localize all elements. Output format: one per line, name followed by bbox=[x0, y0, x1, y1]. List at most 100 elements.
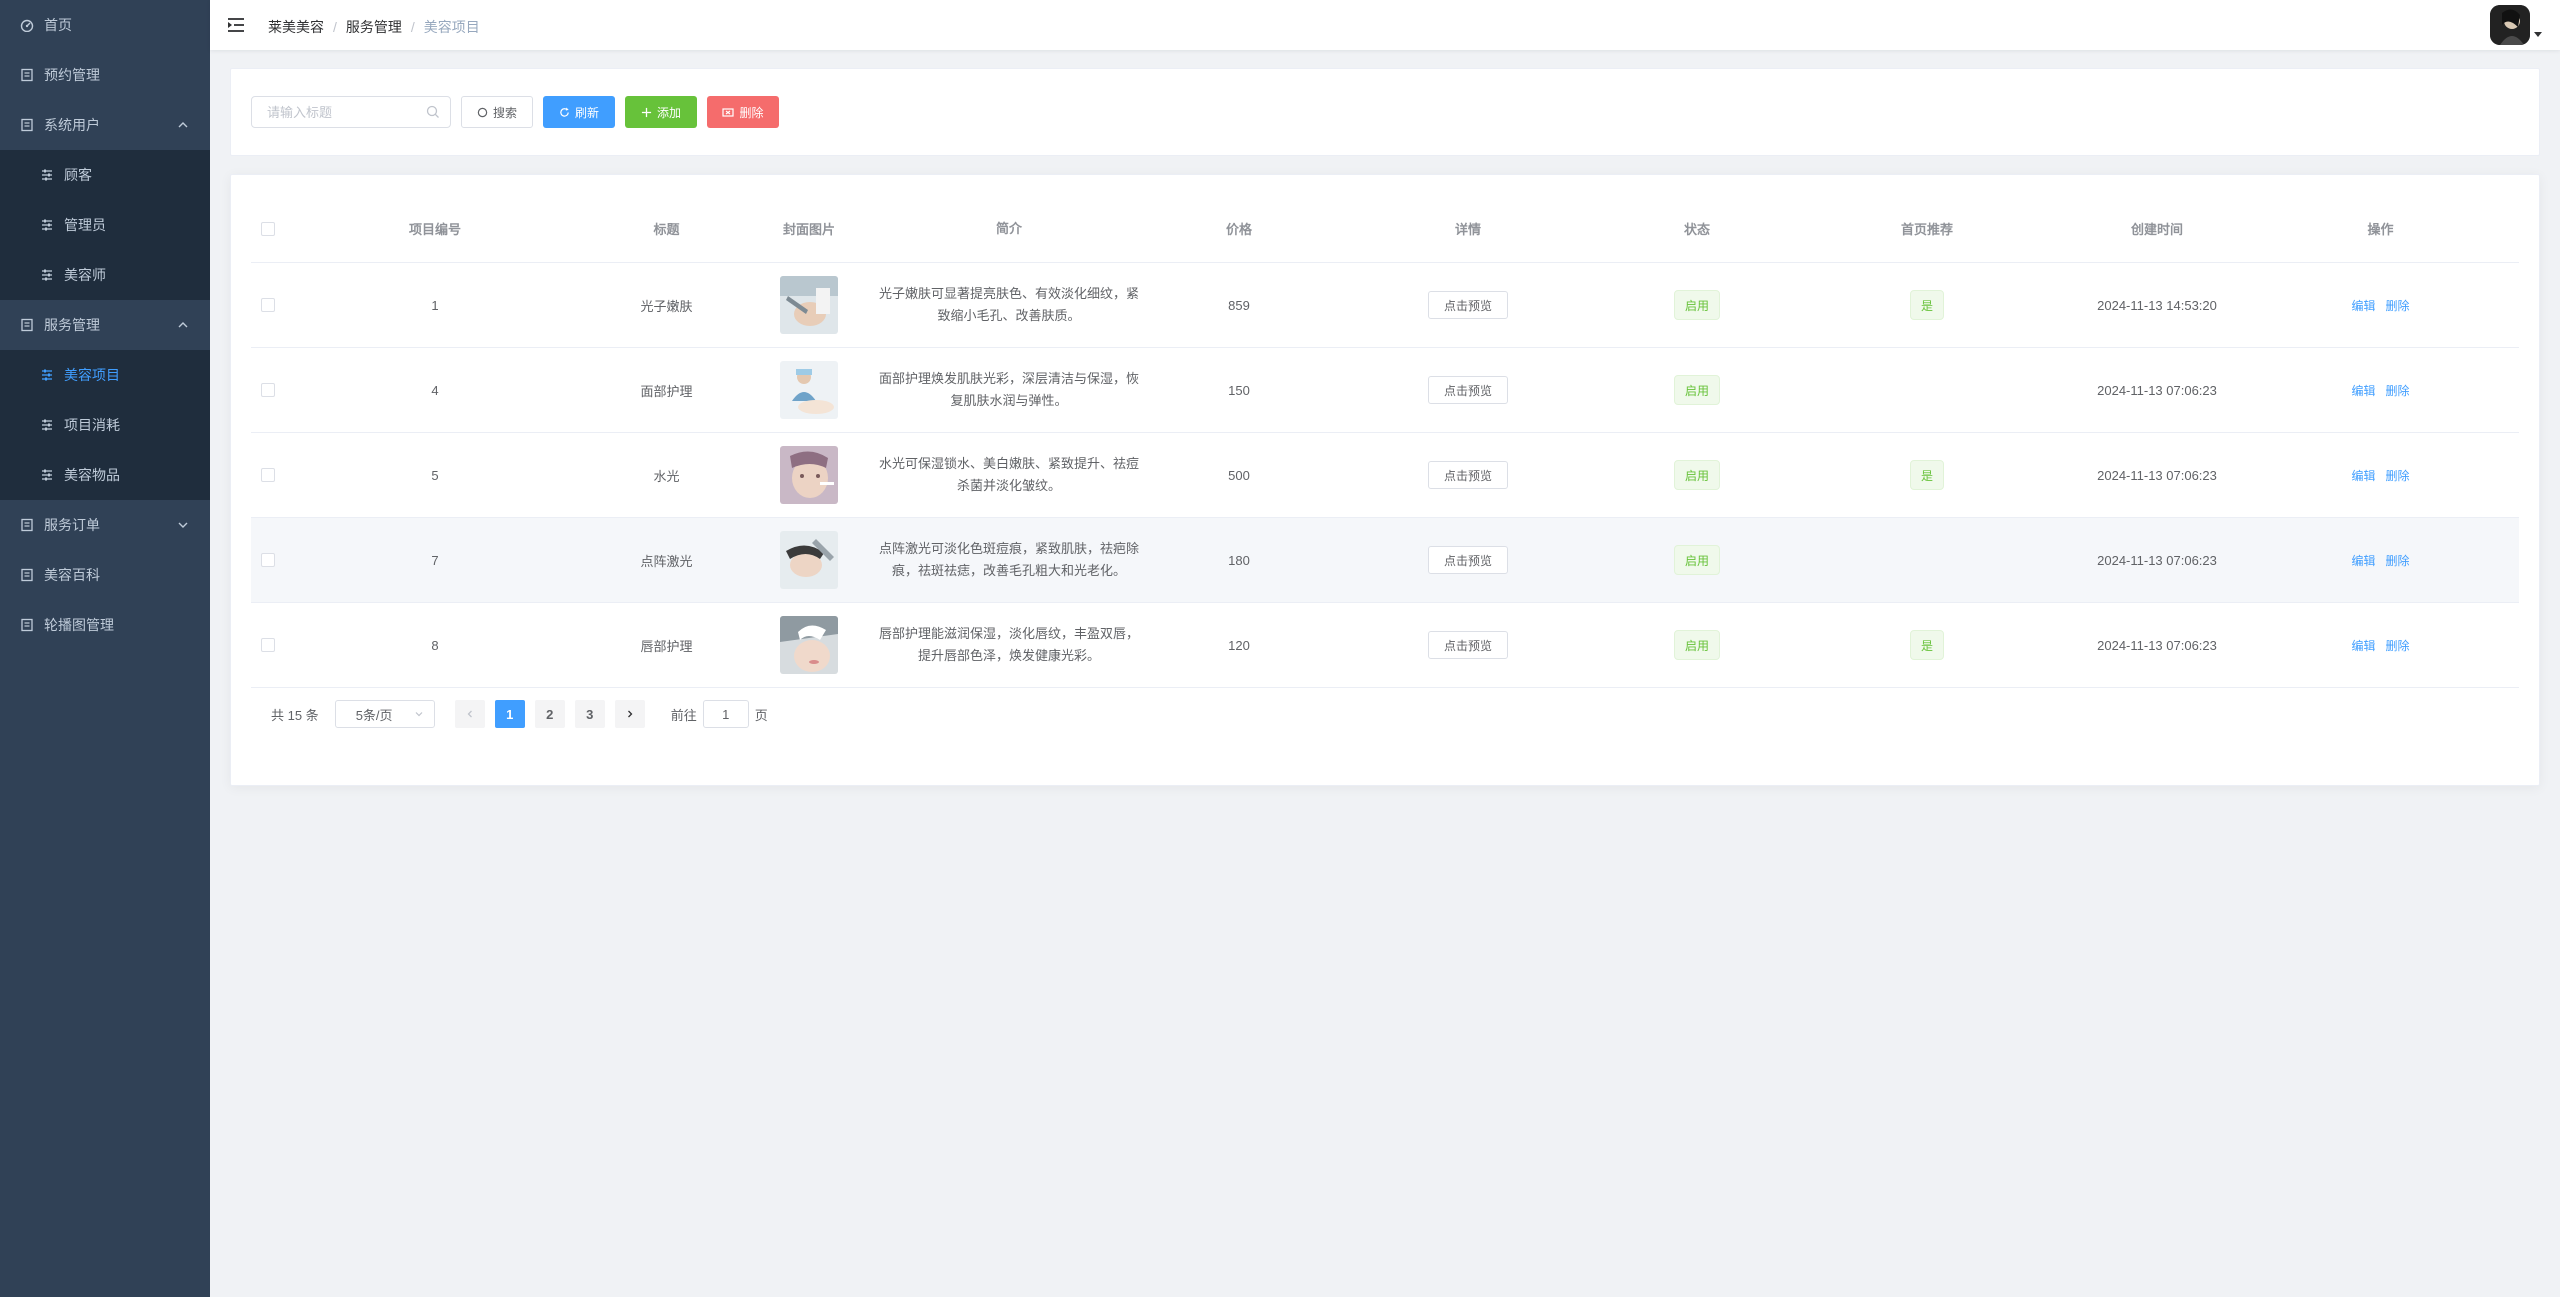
table-row[interactable]: 7 点阵激光 点阵激光可淡化色斑痘痕，紧致肌肤，祛疤除痕，祛斑祛痣，改善毛孔粗大… bbox=[251, 518, 2519, 603]
sidebar-item-service-management[interactable]: 服务管理 bbox=[0, 300, 210, 350]
sidebar-item-beauty-projects[interactable]: 美容项目 bbox=[0, 350, 210, 400]
delete-link[interactable]: 删除 bbox=[2386, 297, 2410, 314]
select-all-checkbox[interactable] bbox=[261, 221, 275, 236]
edit-link[interactable]: 编辑 bbox=[2351, 297, 2375, 314]
breadcrumb-separator: / bbox=[333, 19, 337, 35]
sidebar-item-system-users[interactable]: 系统用户 bbox=[0, 100, 210, 150]
project-description: 唇部护理能滋润保湿，淡化唇纹，丰盈双唇，提升唇部色泽，焕发健康光彩。 bbox=[878, 626, 1139, 663]
column-header: 标题 bbox=[653, 222, 680, 237]
search-button[interactable]: 搜索 bbox=[461, 96, 533, 128]
prev-page-button[interactable] bbox=[454, 700, 485, 728]
project-id: 7 bbox=[431, 552, 439, 568]
page-number[interactable]: 2 bbox=[534, 700, 565, 728]
cover-image[interactable] bbox=[780, 531, 838, 589]
search-panel: 搜索 刷新 添加 删除 bbox=[230, 68, 2540, 156]
next-page-button[interactable] bbox=[614, 700, 645, 728]
column-header: 首页推荐 bbox=[1900, 222, 1953, 237]
caret-down-icon[interactable] bbox=[2534, 30, 2542, 38]
preview-button[interactable]: 点击预览 bbox=[1428, 461, 1508, 489]
created-time: 2024-11-13 14:53:20 bbox=[2097, 297, 2217, 313]
column-header: 状态 bbox=[1683, 222, 1710, 237]
column-header: 简介 bbox=[995, 220, 1022, 236]
batch-delete-button[interactable]: 删除 bbox=[707, 96, 779, 128]
edit-link[interactable]: 编辑 bbox=[2351, 552, 2375, 569]
page-size-value: 5条/页 bbox=[355, 707, 393, 723]
sidebar-item-home[interactable]: 首页 bbox=[0, 0, 210, 50]
table-panel: 项目编号 标题 封面图片 简介 价格 详情 状态 首页推荐 创建时间 操作 1 … bbox=[230, 174, 2540, 786]
goto-page-input[interactable] bbox=[702, 700, 749, 728]
refresh-button-label: 刷新 bbox=[574, 105, 599, 120]
table-row[interactable]: 8 唇部护理 唇部护理能滋润保湿，淡化唇纹，丰盈双唇，提升唇部色泽，焕发健康光彩… bbox=[251, 603, 2519, 688]
delete-link[interactable]: 删除 bbox=[2386, 382, 2410, 399]
cover-image[interactable] bbox=[780, 446, 838, 504]
page-size-select[interactable]: 5条/页 bbox=[334, 700, 435, 728]
sliders-icon bbox=[40, 268, 54, 282]
chevron-down-icon bbox=[178, 522, 188, 528]
row-checkbox[interactable] bbox=[261, 298, 275, 312]
cover-image[interactable] bbox=[780, 276, 838, 334]
cover-image[interactable] bbox=[780, 361, 838, 419]
document-icon bbox=[20, 518, 34, 532]
sidebar-item-beauty-wiki[interactable]: 美容百科 bbox=[0, 550, 210, 600]
preview-button[interactable]: 点击预览 bbox=[1428, 376, 1508, 404]
refresh-icon bbox=[560, 106, 569, 117]
column-header: 创建时间 bbox=[2130, 222, 2183, 237]
project-description: 光子嫩肤可显著提亮肤色、有效淡化细纹，紧致缩小毛孔、改善肤质。 bbox=[878, 286, 1139, 323]
dashboard-icon bbox=[20, 18, 34, 32]
sidebar-item-label: 服务管理 bbox=[44, 317, 100, 333]
search-input[interactable] bbox=[251, 96, 451, 128]
row-checkbox[interactable] bbox=[261, 638, 275, 652]
avatar[interactable] bbox=[2490, 5, 2530, 45]
add-button[interactable]: 添加 bbox=[625, 96, 697, 128]
column-header: 封面图片 bbox=[782, 222, 835, 237]
sidebar-item-carousel[interactable]: 轮播图管理 bbox=[0, 600, 210, 650]
table-row[interactable]: 4 面部护理 面部护理焕发肌肤光彩，深层清洁与保湿，恢复肌肤水润与弹性。 150… bbox=[251, 348, 2519, 433]
project-description: 点阵激光可淡化色斑痘痕，紧致肌肤，祛疤除痕，祛斑祛痣，改善毛孔粗大和光老化。 bbox=[878, 541, 1139, 578]
project-description: 水光可保湿锁水、美白嫩肤、紧致提升、祛痘杀菌并淡化皱纹。 bbox=[878, 456, 1139, 493]
document-icon bbox=[20, 118, 34, 132]
search-button-label: 搜索 bbox=[492, 105, 517, 120]
edit-link[interactable]: 编辑 bbox=[2351, 637, 2375, 654]
edit-link[interactable]: 编辑 bbox=[2351, 382, 2375, 399]
breadcrumb-item[interactable]: 服务管理 bbox=[346, 17, 402, 37]
row-checkbox[interactable] bbox=[261, 383, 275, 397]
breadcrumb-item[interactable]: 莱美美容 bbox=[268, 17, 324, 37]
sidebar-item-label: 服务订单 bbox=[44, 517, 100, 533]
recommend-badge: 是 bbox=[1909, 630, 1944, 660]
delete-link[interactable]: 删除 bbox=[2386, 637, 2410, 654]
search-icon bbox=[426, 105, 439, 118]
preview-button[interactable]: 点击预览 bbox=[1428, 291, 1508, 319]
search-icon bbox=[477, 107, 488, 117]
edit-link[interactable]: 编辑 bbox=[2351, 467, 2375, 484]
sidebar-item-beauticians[interactable]: 美容师 bbox=[0, 250, 210, 300]
sidebar-item-admins[interactable]: 管理员 bbox=[0, 200, 210, 250]
refresh-button[interactable]: 刷新 bbox=[543, 96, 615, 128]
cover-image[interactable] bbox=[780, 616, 838, 674]
project-title: 点阵激光 bbox=[640, 553, 693, 569]
project-description: 面部护理焕发肌肤光彩，深层清洁与保湿，恢复肌肤水润与弹性。 bbox=[878, 371, 1139, 408]
preview-button[interactable]: 点击预览 bbox=[1428, 631, 1508, 659]
delete-button-label: 删除 bbox=[739, 105, 764, 120]
status-badge: 启用 bbox=[1673, 630, 1720, 660]
menu-fold-icon[interactable] bbox=[226, 15, 246, 35]
project-price: 120 bbox=[1228, 637, 1250, 653]
page-number[interactable]: 3 bbox=[574, 700, 605, 728]
project-title: 水光 bbox=[653, 468, 680, 484]
table-row[interactable]: 5 水光 水光可保湿锁水、美白嫩肤、紧致提升、祛痘杀菌并淡化皱纹。 500 点击… bbox=[251, 433, 2519, 518]
page-number[interactable]: 1 bbox=[494, 700, 525, 728]
sidebar-item-service-orders[interactable]: 服务订单 bbox=[0, 500, 210, 550]
project-price: 500 bbox=[1228, 467, 1250, 483]
project-price: 180 bbox=[1228, 552, 1250, 568]
sidebar-item-beauty-supplies[interactable]: 美容物品 bbox=[0, 450, 210, 500]
sliders-icon bbox=[40, 368, 54, 382]
row-checkbox[interactable] bbox=[261, 468, 275, 482]
sidebar-item-project-consumption[interactable]: 项目消耗 bbox=[0, 400, 210, 450]
pagination: 共 15 条 5条/页 1 2 3 前往 页 bbox=[271, 700, 768, 728]
delete-link[interactable]: 删除 bbox=[2386, 467, 2410, 484]
preview-button[interactable]: 点击预览 bbox=[1428, 546, 1508, 574]
sidebar-item-appointments[interactable]: 预约管理 bbox=[0, 50, 210, 100]
sidebar-item-customers[interactable]: 顾客 bbox=[0, 150, 210, 200]
row-checkbox[interactable] bbox=[261, 553, 275, 567]
table-row[interactable]: 1 光子嫩肤 光子嫩肤可显著提亮肤色、有效淡化细纹，紧致缩小毛孔、改善肤质。 8… bbox=[251, 263, 2519, 348]
delete-link[interactable]: 删除 bbox=[2386, 552, 2410, 569]
